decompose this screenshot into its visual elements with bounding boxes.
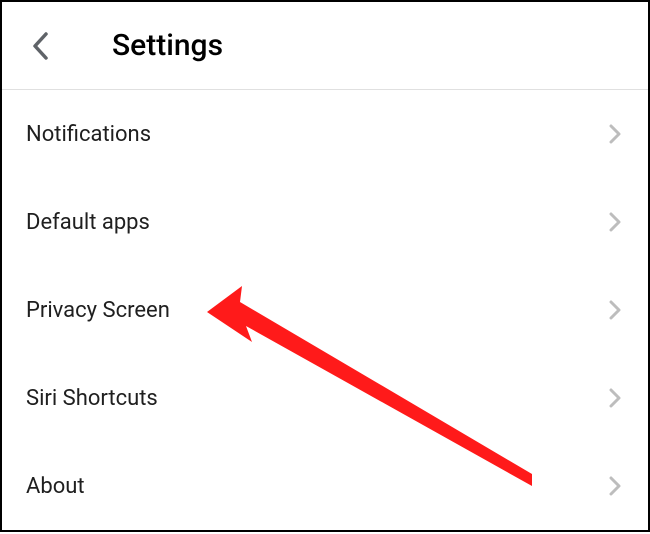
list-item-privacy-screen[interactable]: Privacy Screen <box>26 266 624 354</box>
chevron-right-icon <box>606 389 624 407</box>
list-item-notifications[interactable]: Notifications <box>26 90 624 178</box>
list-item-about[interactable]: About <box>26 442 624 530</box>
chevron-right-icon <box>606 301 624 319</box>
chevron-right-icon <box>606 125 624 143</box>
list-item-label: Default apps <box>26 210 150 235</box>
back-button[interactable] <box>20 26 60 66</box>
chevron-right-icon <box>606 477 624 495</box>
list-item-siri-shortcuts[interactable]: Siri Shortcuts <box>26 354 624 442</box>
page-title: Settings <box>112 28 223 63</box>
list-item-label: Privacy Screen <box>26 298 170 323</box>
list-item-label: About <box>26 474 85 499</box>
list-item-label: Notifications <box>26 122 151 147</box>
list-item-default-apps[interactable]: Default apps <box>26 178 624 266</box>
chevron-left-icon <box>31 31 49 61</box>
chevron-right-icon <box>606 213 624 231</box>
list-item-label: Siri Shortcuts <box>26 386 158 411</box>
settings-list: Notifications Default apps Privacy Scree… <box>2 90 648 530</box>
header: Settings <box>2 2 648 90</box>
